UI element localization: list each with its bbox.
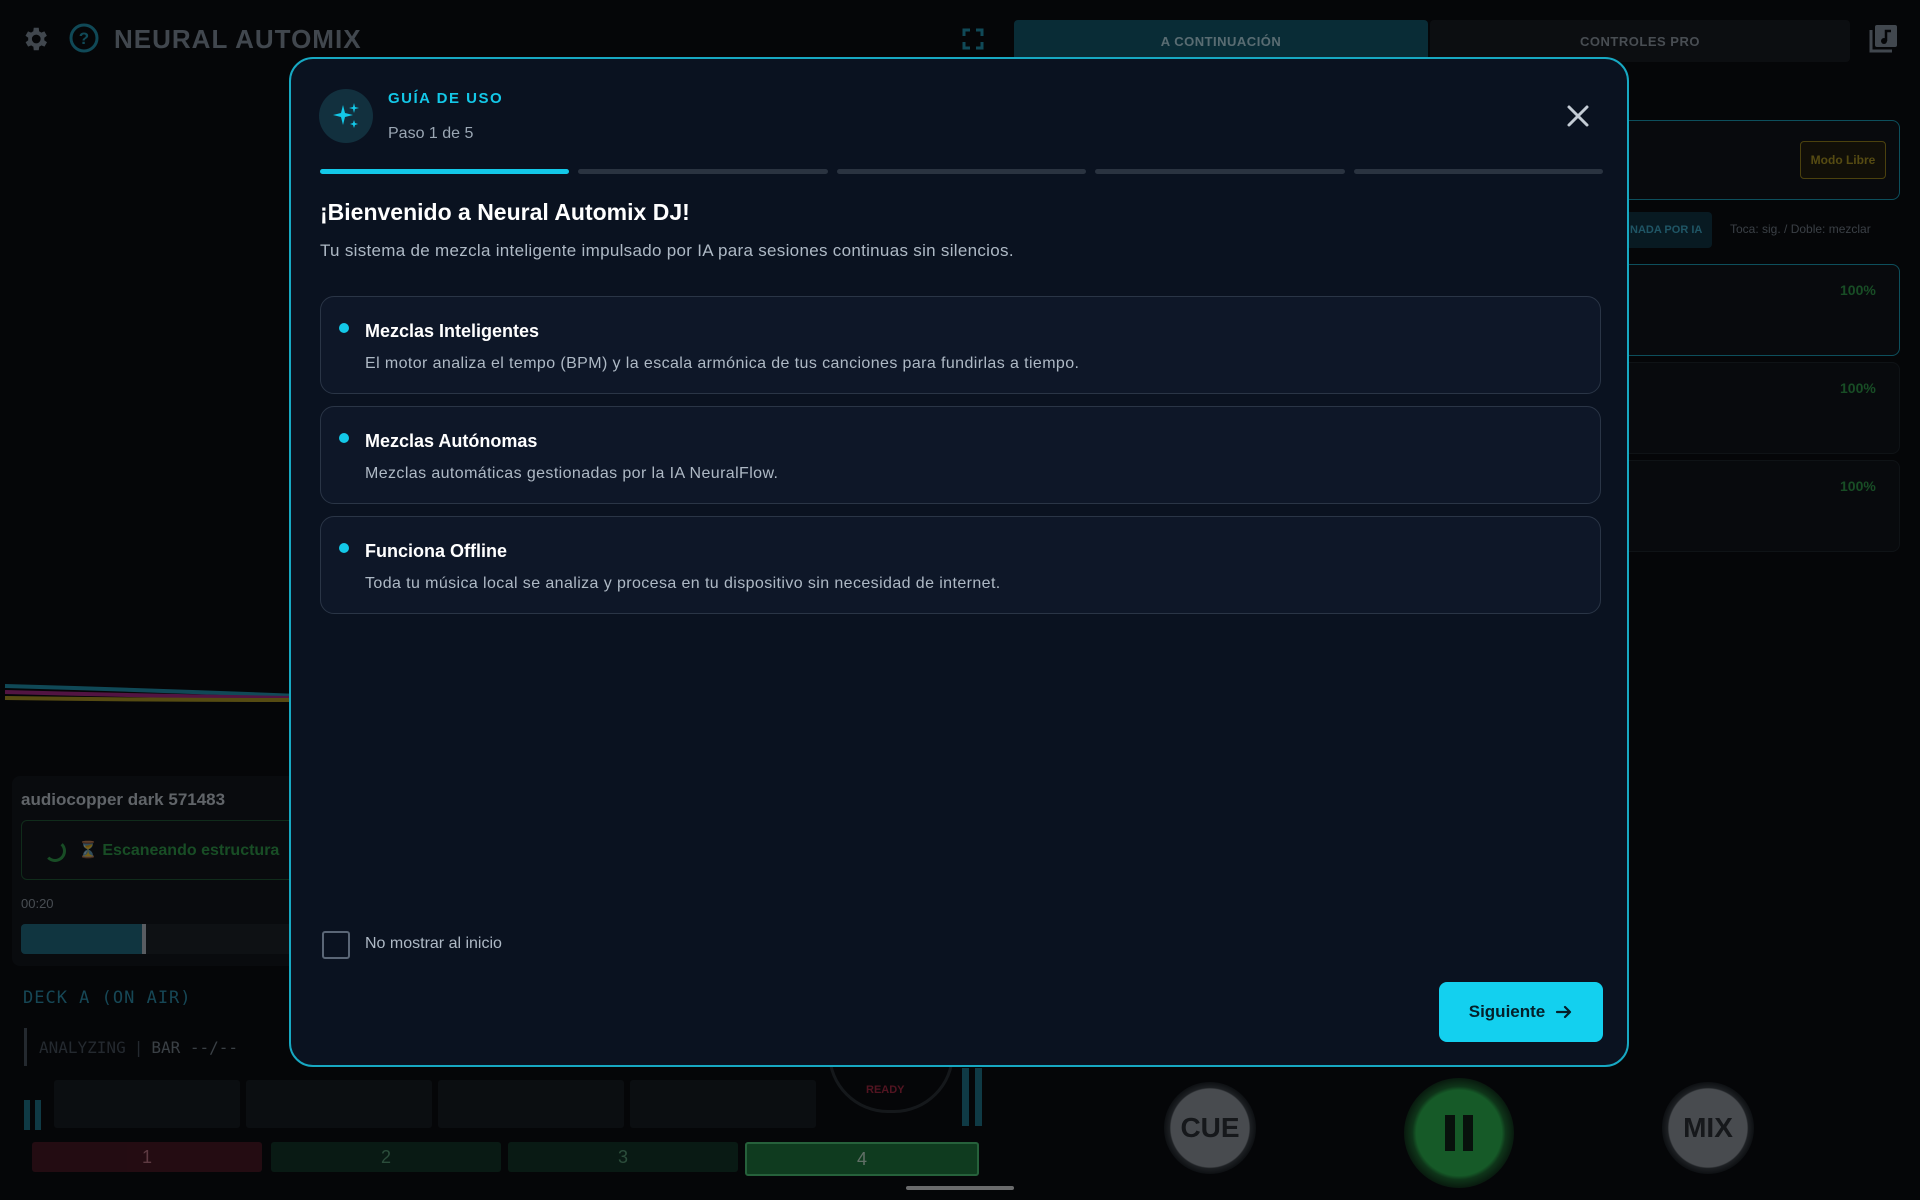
modal-kicker: GUÍA DE USO xyxy=(388,90,504,107)
music-library-icon[interactable] xyxy=(1868,22,1900,54)
step-progress xyxy=(320,169,1604,174)
hotcue-2[interactable]: 2 xyxy=(271,1142,501,1172)
scan-status: ⏳ Escaneando estructura xyxy=(78,842,280,859)
modal-icon-badge xyxy=(319,89,373,143)
free-mode-button[interactable]: Modo Libre xyxy=(1800,141,1886,179)
queue-hint: Toca: sig. / Doble: mezclar xyxy=(1730,222,1871,236)
sample-pad[interactable] xyxy=(246,1080,432,1128)
level-meter xyxy=(962,1068,969,1126)
bullet-dot xyxy=(339,433,349,443)
app-title: NEURAL AUTOMIX xyxy=(114,24,362,54)
onboarding-modal: GUÍA DE USO Paso 1 de 5 ¡Bienvenido a Ne… xyxy=(289,57,1629,1067)
deck-label: DECK A (ON AIR) xyxy=(23,988,192,1008)
feature-title: Mezclas Inteligentes xyxy=(365,321,540,341)
next-button[interactable]: Siguiente xyxy=(1439,982,1603,1042)
hotcue-1[interactable]: 1 xyxy=(32,1142,262,1172)
hotcue-4[interactable]: 4 xyxy=(745,1142,979,1176)
mix-button[interactable]: MIX xyxy=(1662,1082,1754,1174)
modal-subtitle: Tu sistema de mezcla inteligente impulsa… xyxy=(320,241,1014,260)
modal-title: ¡Bienvenido a Neural Automix DJ! xyxy=(320,199,690,225)
queue-item-percent: 100% xyxy=(1840,282,1876,298)
track-name: audiocopper dark 571483 xyxy=(21,790,226,809)
track-progress-handle[interactable] xyxy=(142,924,147,954)
feature-description: El motor analiza el tempo (BPM) y la esc… xyxy=(365,355,1080,372)
track-progress-fill xyxy=(21,924,145,954)
home-indicator[interactable] xyxy=(906,1186,1014,1190)
jog-status: READY xyxy=(866,1084,905,1096)
feature-card: Mezclas Autónomas Mezclas automáticas ge… xyxy=(320,406,1601,504)
step-bar xyxy=(1353,169,1604,174)
step-bar xyxy=(836,169,1087,174)
waveform-cables xyxy=(4,684,300,702)
tab-next[interactable]: A CONTINUACIÓN xyxy=(1014,20,1428,62)
step-bar xyxy=(578,169,828,174)
close-icon[interactable] xyxy=(1563,101,1593,131)
feature-title: Mezclas Autónomas xyxy=(365,431,538,451)
feature-card: Mezclas Inteligentes El motor analiza el… xyxy=(320,296,1601,394)
feature-title: Funciona Offline xyxy=(365,541,507,561)
fullscreen-icon[interactable] xyxy=(962,28,984,50)
pause-icon xyxy=(1445,1115,1473,1151)
next-button-label: Siguiente xyxy=(1468,1002,1546,1021)
gear-icon[interactable] xyxy=(20,24,50,54)
svg-text:?: ? xyxy=(79,29,89,48)
bar-counter: BAR --/-- xyxy=(151,1037,239,1057)
sparkles-icon xyxy=(333,103,359,128)
ai-chip[interactable]: NADA POR IA xyxy=(1620,212,1713,248)
spinner-icon xyxy=(44,840,66,862)
feature-card: Funciona Offline Toda tu música local se… xyxy=(320,516,1601,614)
analysis-readout: ANALYZING | BAR --/-- xyxy=(24,1028,299,1066)
arrow-right-icon xyxy=(1556,1005,1572,1019)
hotcue-3[interactable]: 3 xyxy=(508,1142,738,1172)
bullet-dot xyxy=(339,543,349,553)
queue-item[interactable] xyxy=(1620,362,1900,454)
level-meter xyxy=(975,1068,982,1126)
dont-show-checkbox[interactable] xyxy=(322,931,350,959)
feature-description: Toda tu música local se analiza y proces… xyxy=(365,575,1001,592)
sample-pad[interactable] xyxy=(54,1080,240,1128)
level-meter xyxy=(24,1100,30,1130)
help-icon[interactable]: ? xyxy=(68,22,100,54)
step-indicator: Paso 1 de 5 xyxy=(388,125,474,142)
queue-item[interactable] xyxy=(1620,460,1900,552)
queue-item-percent: 100% xyxy=(1840,478,1876,494)
step-bar xyxy=(1095,169,1345,174)
queue-item[interactable] xyxy=(1620,264,1900,356)
sample-pad[interactable] xyxy=(630,1080,816,1128)
sample-pad[interactable] xyxy=(438,1080,624,1128)
queue-item-percent: 100% xyxy=(1840,380,1876,396)
elapsed-time: 00:20 xyxy=(21,896,54,911)
dont-show-label[interactable]: No mostrar al inicio xyxy=(365,935,502,953)
analyzing-text: ANALYZING xyxy=(39,1037,126,1057)
step-bar xyxy=(320,169,570,174)
bullet-dot xyxy=(339,323,349,333)
pause-button[interactable] xyxy=(1404,1078,1514,1188)
tab-pro-controls[interactable]: CONTROLES PRO xyxy=(1430,20,1850,62)
level-meter xyxy=(35,1100,41,1130)
cue-button[interactable]: CUE xyxy=(1164,1082,1256,1174)
feature-description: Mezclas automáticas gestionadas por la I… xyxy=(365,465,779,482)
